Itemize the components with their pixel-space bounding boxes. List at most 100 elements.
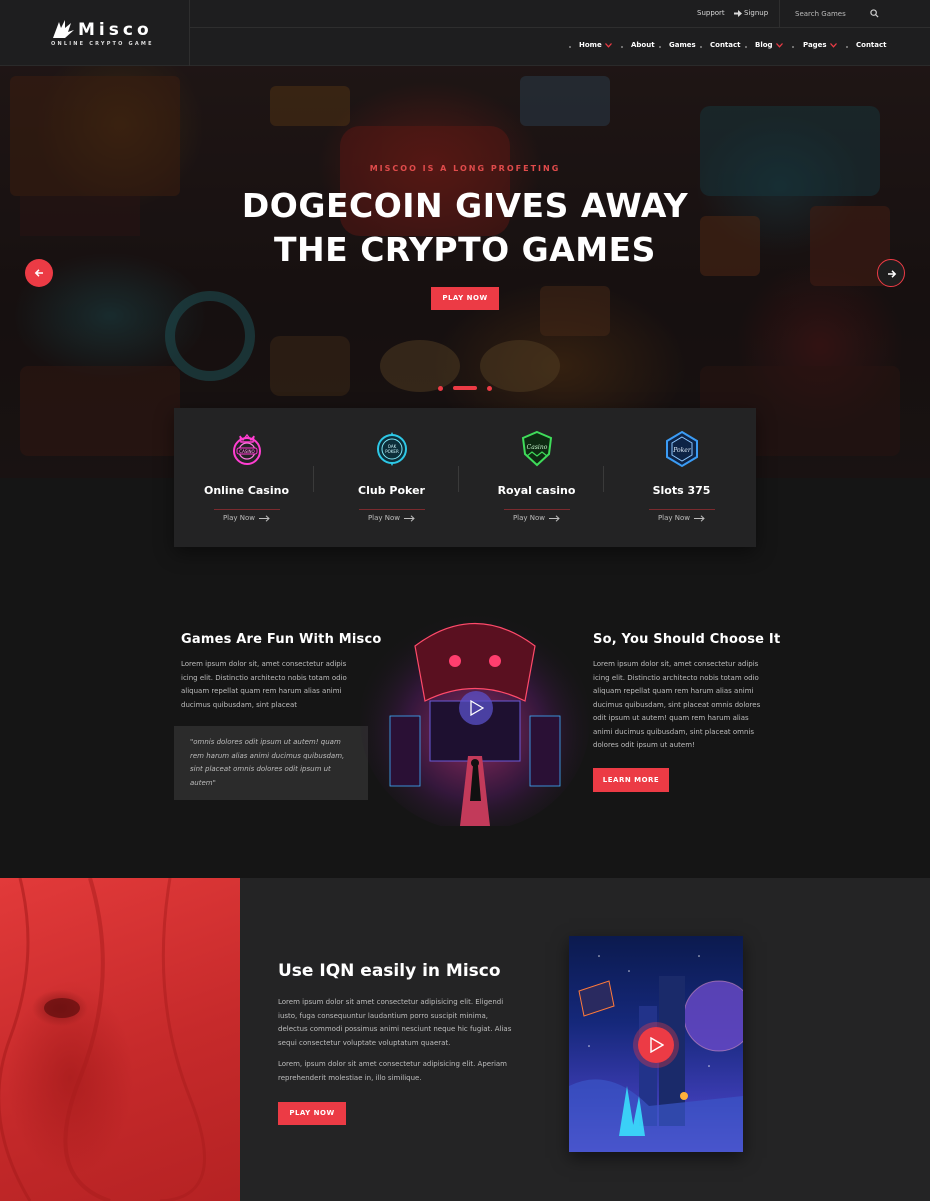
right-section-text: Lorem ipsum dolor sit, amet consectetur …: [593, 660, 761, 749]
hero-play-now-button[interactable]: PLAY NOW: [431, 287, 499, 310]
card-separator: [313, 466, 314, 492]
logo-wing-icon: [53, 20, 74, 38]
signup-link[interactable]: Signup: [734, 9, 768, 17]
card-divider: [359, 509, 425, 510]
topbar: Support Signup: [190, 0, 930, 28]
sign-in-icon: [734, 9, 742, 17]
chevron-down-icon: [829, 42, 837, 48]
feature-play-now-button[interactable]: PLAY NOW: [278, 1102, 346, 1125]
game-card-title: Online Casino: [203, 484, 290, 497]
svg-text:POKER: POKER: [385, 449, 399, 454]
slider-pagination: [0, 385, 930, 391]
game-card-title: Club Poker: [358, 484, 425, 497]
game-card-royal-casino[interactable]: Casino Royal casino Play Now: [464, 408, 609, 547]
hero-kicker: MISCOO IS A LONG PROFETING: [369, 164, 561, 173]
video-play-button[interactable]: [459, 691, 493, 725]
svg-text:Casino: Casino: [527, 444, 548, 451]
signup-label: Signup: [744, 9, 769, 17]
feature-section: Use IQN easily in Misco Lorem ipsum dolo…: [0, 878, 930, 1201]
nav-separator: [846, 46, 848, 48]
feature-paragraph-1: Lorem ipsum dolor sit amet consectetur a…: [278, 998, 512, 1047]
nav-item-about[interactable]: About: [631, 41, 655, 49]
play-now-label: Play Now: [222, 514, 256, 522]
search-input[interactable]: [795, 6, 905, 22]
card-divider: [214, 509, 280, 510]
logo[interactable]: Misco ONLINE CRYPTO GAME: [0, 0, 190, 66]
nav-item-games[interactable]: Games: [669, 41, 696, 49]
game-cards: CASINO Online Casino Play Now OAK POKER …: [174, 408, 756, 547]
arrow-right-icon: [888, 270, 897, 278]
red-texture-image: [0, 878, 206, 1201]
casino-shield-icon: Casino: [521, 430, 553, 467]
nav-pages-label: Pages: [803, 41, 827, 49]
poker-badge-icon: OAK POKER: [377, 432, 407, 466]
slider-next-button[interactable]: [877, 259, 905, 287]
arrow-left-icon: [34, 269, 43, 277]
feature-paragraph-2: Lorem, ipsum dolor sit amet consectetur …: [278, 1060, 508, 1082]
feature-title: Use IQN easily in Misco: [278, 961, 501, 981]
arrow-right-icon: [694, 514, 705, 522]
svg-text:CASINO: CASINO: [239, 449, 254, 454]
chevron-down-icon: [775, 42, 783, 48]
slider-dot-active[interactable]: [453, 386, 477, 390]
left-section-text: Lorem ipsum dolor sit, amet consectetur …: [181, 660, 347, 709]
card-divider: [504, 509, 570, 510]
card-divider: [649, 509, 715, 510]
game-card-title: Royal casino: [497, 484, 576, 497]
left-section-title: Games Are Fun With Misco: [181, 632, 382, 647]
page: Misco ONLINE CRYPTO GAME Support Signup …: [0, 0, 930, 1201]
card-separator: [603, 466, 604, 492]
support-link[interactable]: Support: [697, 9, 725, 17]
nav-item-home[interactable]: Home: [579, 41, 612, 49]
nav-separator: [792, 46, 794, 48]
nav-separator: [659, 46, 661, 48]
nav-separator: [569, 46, 571, 48]
search-box: [780, 0, 930, 28]
casino-neon-icon: CASINO: [233, 433, 261, 465]
nav-separator: [745, 46, 747, 48]
quote-block: "omnis dolores odit ipsum ut autem! quam…: [174, 726, 368, 800]
nav-home-label: Home: [579, 41, 602, 49]
nav-item-blog[interactable]: Blog: [755, 41, 783, 49]
play-now-label: Play Now: [657, 514, 691, 522]
arrow-right-icon: [259, 514, 270, 522]
nav-separator: [700, 46, 702, 48]
arrow-right-icon: [549, 514, 560, 522]
nav-separator: [621, 46, 623, 48]
game-card-online-casino[interactable]: CASINO Online Casino Play Now: [174, 408, 319, 547]
game-card-title: Slots 375: [652, 484, 711, 497]
chevron-down-icon: [604, 42, 612, 48]
play-now-label: Play Now: [367, 514, 401, 522]
hero-title: DOGECOIN GIVES AWAY THE CRYPTO GAMES: [0, 184, 930, 272]
main-nav: Home About Games Contact Blog Pages Cont…: [0, 41, 930, 55]
hero-title-line-2: THE CRYPTO GAMES: [274, 230, 656, 269]
nav-item-contact-2[interactable]: Contact: [856, 41, 887, 49]
play-icon: [470, 700, 484, 716]
site-header: Misco ONLINE CRYPTO GAME Support Signup …: [0, 0, 930, 66]
play-now-label: Play Now: [512, 514, 546, 522]
play-now-link[interactable]: Play Now: [319, 514, 464, 522]
learn-more-button[interactable]: LEARN MORE: [593, 768, 669, 792]
play-now-link[interactable]: Play Now: [464, 514, 609, 522]
play-now-link[interactable]: Play Now: [609, 514, 754, 522]
nav-item-contact[interactable]: Contact: [710, 41, 741, 49]
arrow-right-icon: [404, 514, 415, 522]
slider-dot[interactable]: [438, 386, 443, 391]
nav-item-pages[interactable]: Pages: [803, 41, 837, 49]
game-card-slots-375[interactable]: Poker Slots 375 Play Now: [609, 408, 754, 547]
poster-play-button[interactable]: [638, 1027, 674, 1063]
svg-text:Poker: Poker: [672, 447, 692, 454]
right-section-title: So, You Should Choose It: [593, 632, 781, 647]
brand-name: Misco: [78, 20, 153, 40]
game-card-club-poker[interactable]: OAK POKER Club Poker Play Now: [319, 408, 464, 547]
red-art-panel: [0, 878, 240, 1201]
slider-prev-button[interactable]: [25, 259, 53, 287]
hero-title-line-1: DOGECOIN GIVES AWAY: [241, 186, 689, 225]
nav-blog-label: Blog: [755, 41, 773, 49]
search-icon[interactable]: [870, 9, 879, 18]
card-separator: [458, 466, 459, 492]
play-icon: [650, 1037, 664, 1053]
play-now-link[interactable]: Play Now: [174, 514, 319, 522]
slider-dot[interactable]: [487, 386, 492, 391]
poker-hexagon-icon: Poker: [666, 430, 698, 468]
